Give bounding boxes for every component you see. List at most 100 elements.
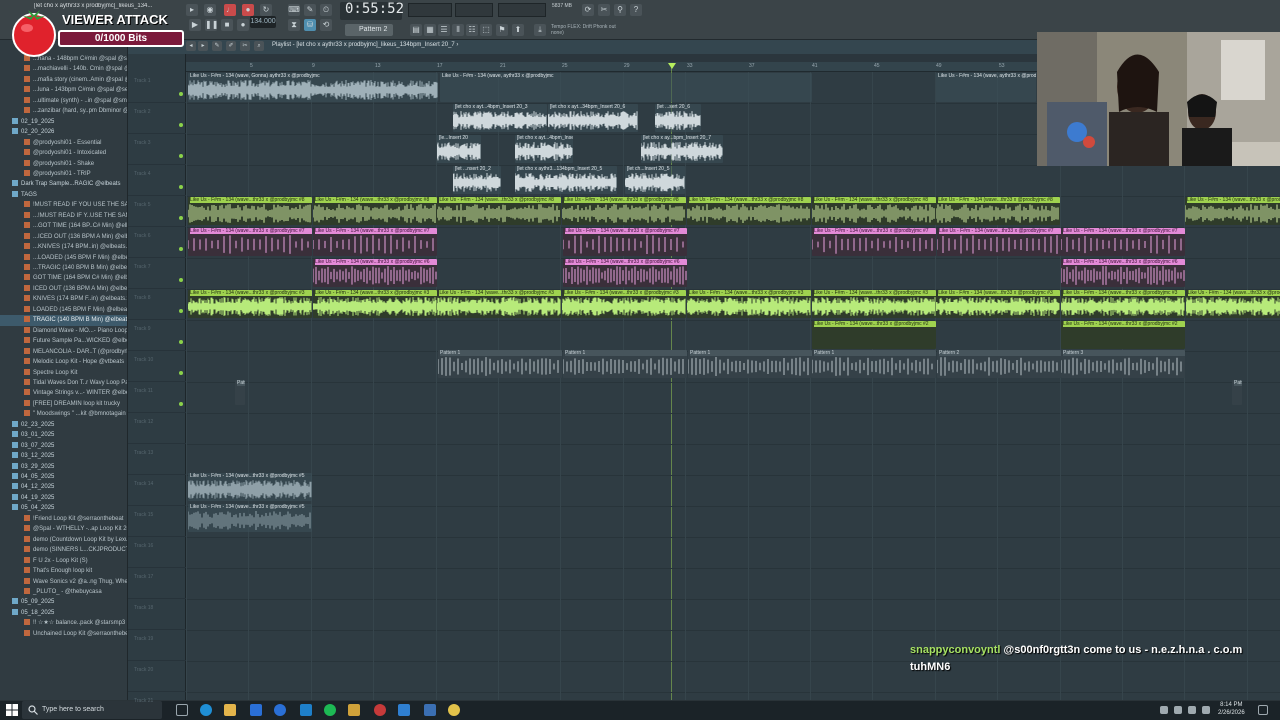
audio-clip[interactable]: [let cho x aythr3...134bpm_Insert 20_5 xyxy=(515,166,617,194)
countdown-icon[interactable]: ⏲ xyxy=(320,4,332,16)
track-header[interactable]: Track 19 xyxy=(128,630,186,661)
audio-clip[interactable]: Like Us - F#m - 134 (wave...thr33 x @pro… xyxy=(1061,259,1185,287)
record-icon[interactable]: ● xyxy=(237,19,249,31)
track-header[interactable]: Track 6 xyxy=(128,227,186,258)
tray-cloud-icon[interactable] xyxy=(1202,706,1210,714)
audio-clip[interactable]: Like Us - F#m - 134 (wave...thr33 x @pro… xyxy=(936,197,1061,225)
browser-folder[interactable]: 04_19_2025 xyxy=(0,493,127,503)
browser-folder[interactable]: 02_19_2025 xyxy=(0,117,127,127)
track-mute-led[interactable] xyxy=(179,123,183,127)
browser-file[interactable]: ...ICED OUT (136 BPM A Min) @elbeats xyxy=(0,232,127,242)
browser-file[interactable]: ...zanzibar (hard, sy..pm Dbminor @spal) xyxy=(0,106,127,116)
browser-folder[interactable]: 03_07_2025 xyxy=(0,441,127,451)
paint-tool-icon[interactable]: ✐ xyxy=(226,41,236,51)
track-mute-led[interactable] xyxy=(179,278,183,282)
track-header[interactable]: Track 13 xyxy=(128,444,186,475)
browser-file[interactable]: KNIVES (174 BPM F..in) @elbeats.wav xyxy=(0,294,127,304)
browser-folder[interactable]: Dark Trap Sample...RAGIC @elbeats xyxy=(0,179,127,189)
track-header[interactable]: Track 3 xyxy=(128,134,186,165)
pattern-clip[interactable]: Pattern 1 xyxy=(1232,380,1242,405)
mixer-window-icon[interactable]: ⫴ xyxy=(452,24,464,36)
browser-file[interactable]: Melodic Loop Kit - Hope @vtbeats xyxy=(0,357,127,367)
edge-icon[interactable] xyxy=(200,704,212,716)
zoom-tool-icon[interactable]: ⌕ xyxy=(254,41,264,51)
vscode-icon[interactable] xyxy=(398,704,410,716)
obs-icon[interactable] xyxy=(374,704,386,716)
browser-file[interactable]: _PLUTO_ - @thebuycasa xyxy=(0,587,127,597)
browser-icon[interactable]: ☷ xyxy=(466,24,478,36)
playhead-marker[interactable] xyxy=(668,63,676,69)
browser-file[interactable]: " Moodswings " ...kit @bmnotagain xyxy=(0,409,127,419)
browser-file[interactable]: ...KNIVES (174 BPM..in) @elbeats.wav xyxy=(0,242,127,252)
track-header[interactable]: Track 20 xyxy=(128,661,186,692)
record-button[interactable]: ● xyxy=(242,4,254,16)
track-mute-led[interactable] xyxy=(179,92,183,96)
audio-clip[interactable]: Like Us - F#m - 134 (wave...thr33 x @pro… xyxy=(312,290,437,318)
browser-panel[interactable]: ...hana - 148bpm C#min @spal @serra ...ma… xyxy=(0,40,128,700)
track-header[interactable]: Track 9 xyxy=(128,320,186,351)
browser-file[interactable]: Future Sample Pa...WICKED @elbeats xyxy=(0,336,127,346)
browser-file[interactable]: ...ultimate (synth) - ..in @spal @smooth… xyxy=(0,96,127,106)
typing-keyboard-icon[interactable]: ⌨ xyxy=(288,4,300,16)
audio-clip[interactable]: Like Us - F#m - 134 (wave...thr33 x @pro… xyxy=(1185,290,1280,318)
browser-file[interactable]: MELANCOLIA - DAR..T (@prodbyrlana) xyxy=(0,347,127,357)
browser-file[interactable]: @prodyoshi01 - Essential xyxy=(0,138,127,148)
tray-network-icon[interactable] xyxy=(1160,706,1168,714)
track-mute-led[interactable] xyxy=(179,402,183,406)
browser-file[interactable]: That's Enough loop kit xyxy=(0,566,127,576)
track-mute-led[interactable] xyxy=(179,216,183,220)
browser-file[interactable]: ...GOT TIME (164 BP..C# Min) @elbeats xyxy=(0,221,127,231)
browser-file[interactable]: ...mafia story (cinem..Amin @spal @smoke… xyxy=(0,75,127,85)
track-header[interactable]: Track 11 xyxy=(128,382,186,413)
browser-folder[interactable]: 05_09_2025 xyxy=(0,597,127,607)
browser-file[interactable]: [FREE] DREAMIN loop kit trucky xyxy=(0,399,127,409)
audio-clip[interactable]: Like Us - F#m - 134 (wave...thr33 x @pro… xyxy=(437,197,562,225)
browser-file[interactable]: demo (Countdown Loop Kit by Lexus) xyxy=(0,535,127,545)
notifications-icon[interactable] xyxy=(1258,705,1268,715)
audio-clip[interactable]: Like Us - F#m - 134 (wave...thr33 x @pro… xyxy=(686,197,811,225)
track-header[interactable]: Track 2 xyxy=(128,103,186,134)
spotify-icon[interactable] xyxy=(324,704,336,716)
audio-clip[interactable]: Like Us - F#m - 134 (wave...thr33 x @pro… xyxy=(563,259,687,287)
audio-clip[interactable]: Like Us - F#m - 134 (wave, Gonna) aythr3… xyxy=(188,73,438,102)
browser-file[interactable]: ...!MUST READ IF Y..USE THE SAMPLES xyxy=(0,211,127,221)
outlook-icon[interactable] xyxy=(250,704,262,716)
browser-file[interactable]: @Spal - WTHELLY -..ap Loop Kit 2025 xyxy=(0,524,127,534)
audio-clip[interactable]: Like Us - F#m - 134 (wave...thr33 x @pro… xyxy=(562,290,687,318)
play-icon[interactable]: ▶ xyxy=(189,19,201,31)
audio-clip[interactable]: Like Us - F#m - 134 (wave...thr33 x @pro… xyxy=(937,228,1061,256)
pattern-clip[interactable]: Pattern 1 xyxy=(235,380,245,405)
track-header[interactable]: Track 4 xyxy=(128,165,186,196)
chrome-icon[interactable] xyxy=(448,704,460,716)
track-header[interactable]: Track 18 xyxy=(128,599,186,630)
track-header[interactable]: Track 15 xyxy=(128,506,186,537)
browser-file[interactable]: Wave Sonics v2 @a..ng Thug, Wheezy xyxy=(0,577,127,587)
audio-clip[interactable]: Like Us - F#m - 134 (wave...thr33 x @pro… xyxy=(312,197,437,225)
audio-clip[interactable]: [let cho x ayt...34bpm_Insert 20_6 xyxy=(548,104,638,132)
browser-file[interactable]: ...machiavelli - 140b. Cmin @spal @serra xyxy=(0,64,127,74)
track-mute-led[interactable] xyxy=(179,309,183,313)
track-mute-led[interactable] xyxy=(179,154,183,158)
browser-file[interactable]: Unchained Loop Kit @serraonthebeat xyxy=(0,629,127,639)
audio-clip[interactable]: Like Us - F#m - 134 (wave...thr33 x @pro… xyxy=(563,228,687,256)
audio-clip[interactable]: [let ...nsert 20_2 xyxy=(453,166,501,194)
browser-file[interactable]: ...luna - 143bpm C#min @spal @serra xyxy=(0,85,127,95)
audio-clip[interactable]: Like Us - F#m - 134 (wave, aythr33 x @pr… xyxy=(440,73,812,102)
taskbar-clock[interactable]: 8:14 PM 2/26/2026 xyxy=(1218,701,1245,717)
audio-clip[interactable]: Like Us - F#m - 134 (wave...thr33 x @pro… xyxy=(313,228,437,256)
browser-folder[interactable]: TAGS xyxy=(0,190,127,200)
browser-file[interactable]: !MUST READ IF YOU USE THE SAMPLES! xyxy=(0,200,127,210)
tray-battery-icon[interactable] xyxy=(1188,706,1196,714)
slice-tool-icon[interactable]: ✂ xyxy=(240,41,250,51)
file-explorer-icon[interactable] xyxy=(224,704,236,716)
audio-clip[interactable]: Like Us - F#m - 134 (wave...thr33 x @pro… xyxy=(188,504,312,532)
audio-clip[interactable]: [let cho x ay...bpm_Insert 20_7 xyxy=(641,135,723,163)
audio-clip[interactable]: Like Us - F#m - 134 (wave...thr33 x @pro… xyxy=(1060,290,1185,318)
browser-folder[interactable]: 04_12_2025 xyxy=(0,482,127,492)
playlist-icon[interactable]: ▤ xyxy=(410,24,422,36)
piano-roll-icon[interactable]: ▦ xyxy=(424,24,436,36)
track-header[interactable]: Track 17 xyxy=(128,568,186,599)
browser-file[interactable]: demo (SINNERS L...CKJPRODUCTION) xyxy=(0,545,127,555)
track-header[interactable]: Track 7 xyxy=(128,258,186,289)
download-icon[interactable]: ⤓ xyxy=(534,24,546,36)
